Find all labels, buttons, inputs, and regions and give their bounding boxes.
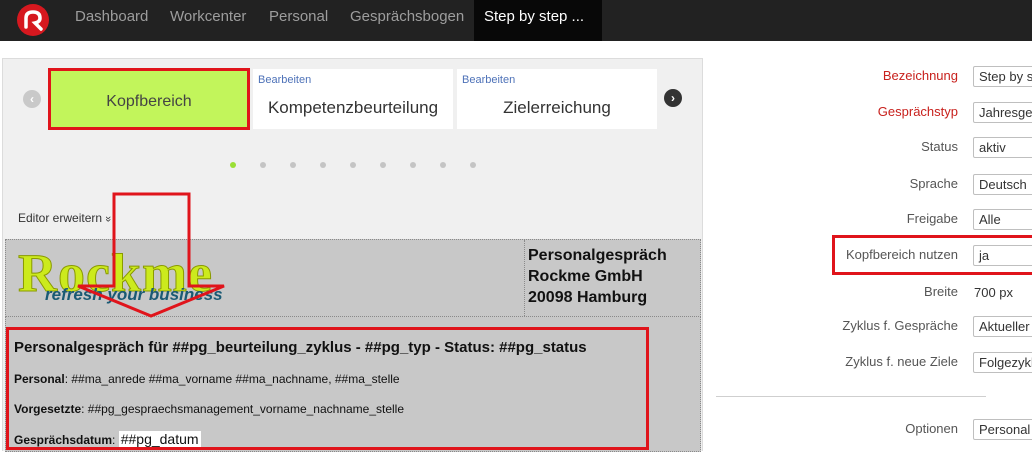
breite-value: 700 px <box>974 285 1014 300</box>
kopfbereich-nutzen-select[interactable]: ja <box>973 245 1032 266</box>
edit-link[interactable]: Bearbeiten <box>462 74 515 86</box>
section-card-kopfbereich[interactable]: Kopfbereich <box>48 68 250 130</box>
carousel-dot[interactable] <box>320 162 326 168</box>
zyklus-ziele-select[interactable]: Folgezyklu <box>973 352 1032 373</box>
field-zyklus-gespraeche: Zyklus f. Gespräche <box>780 316 958 336</box>
field-breite: Breite <box>780 282 958 302</box>
field-zyklus-ziele: Zyklus f. neue Ziele <box>780 352 958 372</box>
editor-panel: ‹ Kopfbereich Bearbeiten Kompetenzbeurte… <box>2 58 703 452</box>
bezeichnung-input[interactable]: Step by s <box>973 66 1032 87</box>
document-body: Personalgespräch für ##pg_beurteilung_zy… <box>5 317 701 452</box>
top-navbar: Dashboard Workcenter Personal Gesprächsb… <box>0 0 1032 52</box>
section-card-title: Zielerreichung <box>503 98 611 117</box>
nav-dashboard[interactable]: Dashboard <box>75 0 148 41</box>
carousel-dot[interactable] <box>410 162 416 168</box>
field-gespraechstyp: Gesprächstyp <box>780 102 958 122</box>
caret-down-icon <box>490 47 498 52</box>
document-title: Personalgespräch für ##pg_beurteilung_zy… <box>14 339 587 356</box>
carousel-dot[interactable] <box>290 162 296 168</box>
freigabe-select[interactable]: Alle <box>973 209 1032 230</box>
optionen-label: Optionen <box>905 421 958 436</box>
nav-workcenter[interactable]: Workcenter <box>170 0 246 41</box>
zyklus-gespraeche-label: Zyklus f. Gespräche <box>842 318 958 333</box>
vorgesetzte-value: : ##pg_gespraechsmanagement_vorname_nach… <box>81 402 405 416</box>
personal-line: Personal: ##ma_anrede ##ma_vorname ##ma_… <box>14 372 400 386</box>
field-freigabe: Freigabe <box>780 209 958 229</box>
status-label: Status <box>921 139 958 154</box>
personal-label: Personal <box>14 372 65 386</box>
datum-separator: : <box>112 433 119 447</box>
carousel-next-icon[interactable]: › <box>664 89 682 107</box>
datum-value: ##pg_datum <box>118 431 201 447</box>
nav-personal[interactable]: Personal <box>269 0 328 41</box>
address-line-3: 20098 Hamburg <box>528 289 648 306</box>
red-down-arrow-icon <box>77 192 225 318</box>
header-divider <box>524 240 525 318</box>
vorgesetzte-line: Vorgesetzte: ##pg_gespraechsmanagement_v… <box>14 402 404 416</box>
zyklus-ziele-label: Zyklus f. neue Ziele <box>845 354 958 369</box>
section-card-title: Kompetenzbeurteilung <box>267 98 439 117</box>
nav-gespraechsbogen[interactable]: Gesprächsbogen <box>350 0 464 41</box>
carousel-dot[interactable] <box>380 162 386 168</box>
bezeichnung-label: Bezeichnung <box>882 68 958 83</box>
sprache-select[interactable]: Deutsch <box>973 174 1032 195</box>
freigabe-label: Freigabe <box>906 211 958 226</box>
address-line-2: Rockme GmbH <box>528 268 643 285</box>
personal-value: : ##ma_anrede ##ma_vorname ##ma_nachname… <box>64 372 400 386</box>
sprache-label: Sprache <box>909 176 958 191</box>
app-logo-icon[interactable] <box>17 4 49 36</box>
gespraechstyp-label: Gesprächstyp <box>877 104 958 119</box>
field-optionen: Optionen <box>780 419 958 439</box>
edit-link[interactable]: Bearbeiten <box>258 74 311 86</box>
address-line-1: Personalgespräch <box>528 247 667 264</box>
carousel-dot[interactable] <box>440 162 446 168</box>
datum-label: Gesprächsdatum <box>14 433 113 447</box>
nav-step-by-step[interactable]: Step by step ... <box>474 0 602 52</box>
breite-label: Breite <box>924 284 958 299</box>
datum-line: Gesprächsdatum: ##pg_datum <box>14 431 201 447</box>
field-status: Status <box>780 137 958 157</box>
zyklus-gespraeche-select[interactable]: Aktueller <box>973 316 1032 337</box>
form-separator <box>716 396 986 397</box>
gespraechstyp-select[interactable]: Jahresges <box>973 102 1032 123</box>
carousel-dot[interactable] <box>470 162 476 168</box>
field-sprache: Sprache <box>780 174 958 194</box>
carousel-dot[interactable] <box>350 162 356 168</box>
section-card-zielerreichung[interactable]: Bearbeiten Zielerreichung <box>457 69 657 129</box>
field-bezeichnung: Bezeichnung <box>780 66 958 86</box>
carousel-dot[interactable] <box>230 162 236 168</box>
field-kopfbereich-nutzen: Kopfbereich nutzen <box>780 245 958 265</box>
section-card-kompetenzbeurteilung[interactable]: Bearbeiten Kompetenzbeurteilung <box>253 69 453 129</box>
carousel-dot[interactable] <box>260 162 266 168</box>
status-select[interactable]: aktiv <box>973 137 1032 158</box>
section-card-title: Kopfbereich <box>106 93 192 110</box>
nav-step-by-step-label: Step by step ... <box>484 8 585 25</box>
kopfbereich-nutzen-label: Kopfbereich nutzen <box>845 247 958 262</box>
optionen-select[interactable]: Personal <box>973 419 1032 440</box>
carousel-prev-icon[interactable]: ‹ <box>23 90 41 108</box>
vorgesetzte-label: Vorgesetzte <box>14 402 82 416</box>
